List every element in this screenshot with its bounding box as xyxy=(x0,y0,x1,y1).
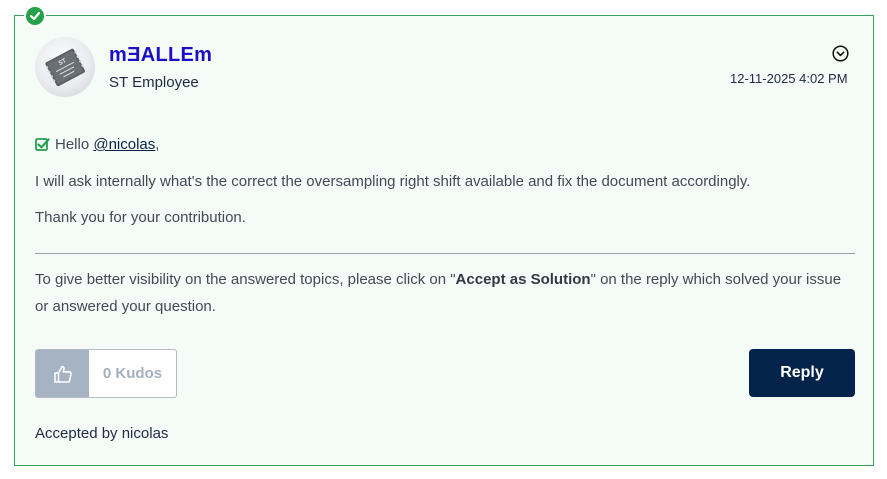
greeting-text: Hello xyxy=(55,136,90,153)
give-kudos-button[interactable] xyxy=(36,350,89,397)
post-body-line-1: I will ask internally what's the correct… xyxy=(35,173,751,190)
kudos-widget: 0 Kudos xyxy=(35,349,177,398)
post-body-line-2: Thank you for your contribution. xyxy=(35,209,246,226)
greeting-line: Hello @nicolas, xyxy=(35,136,159,153)
chip-avatar-icon: ST xyxy=(45,48,85,87)
avatar[interactable]: ST xyxy=(35,37,95,97)
kudos-count[interactable]: 0 Kudos xyxy=(89,350,176,397)
author-rank: ST Employee xyxy=(109,74,199,91)
thumbs-up-icon xyxy=(53,365,72,383)
signature-text-before: To give better visibility on the answere… xyxy=(35,271,456,288)
signature-divider xyxy=(35,253,855,254)
chevron-down-circle-icon[interactable] xyxy=(832,45,849,62)
accepted-by-text: Accepted by nicolas xyxy=(35,425,169,442)
solution-check-icon xyxy=(24,5,46,27)
signature-text: To give better visibility on the answere… xyxy=(35,266,857,320)
reply-button[interactable]: Reply xyxy=(749,349,855,397)
post-date: 12-11-2025 4:02 PM xyxy=(730,71,848,86)
author-name-link[interactable]: mƎALLEm xyxy=(109,44,212,67)
mention-link[interactable]: @nicolas xyxy=(93,136,155,153)
greeting-suffix: , xyxy=(155,136,160,153)
check-box-icon xyxy=(35,137,50,152)
signature-bold-text: Accept as Solution xyxy=(455,271,591,288)
